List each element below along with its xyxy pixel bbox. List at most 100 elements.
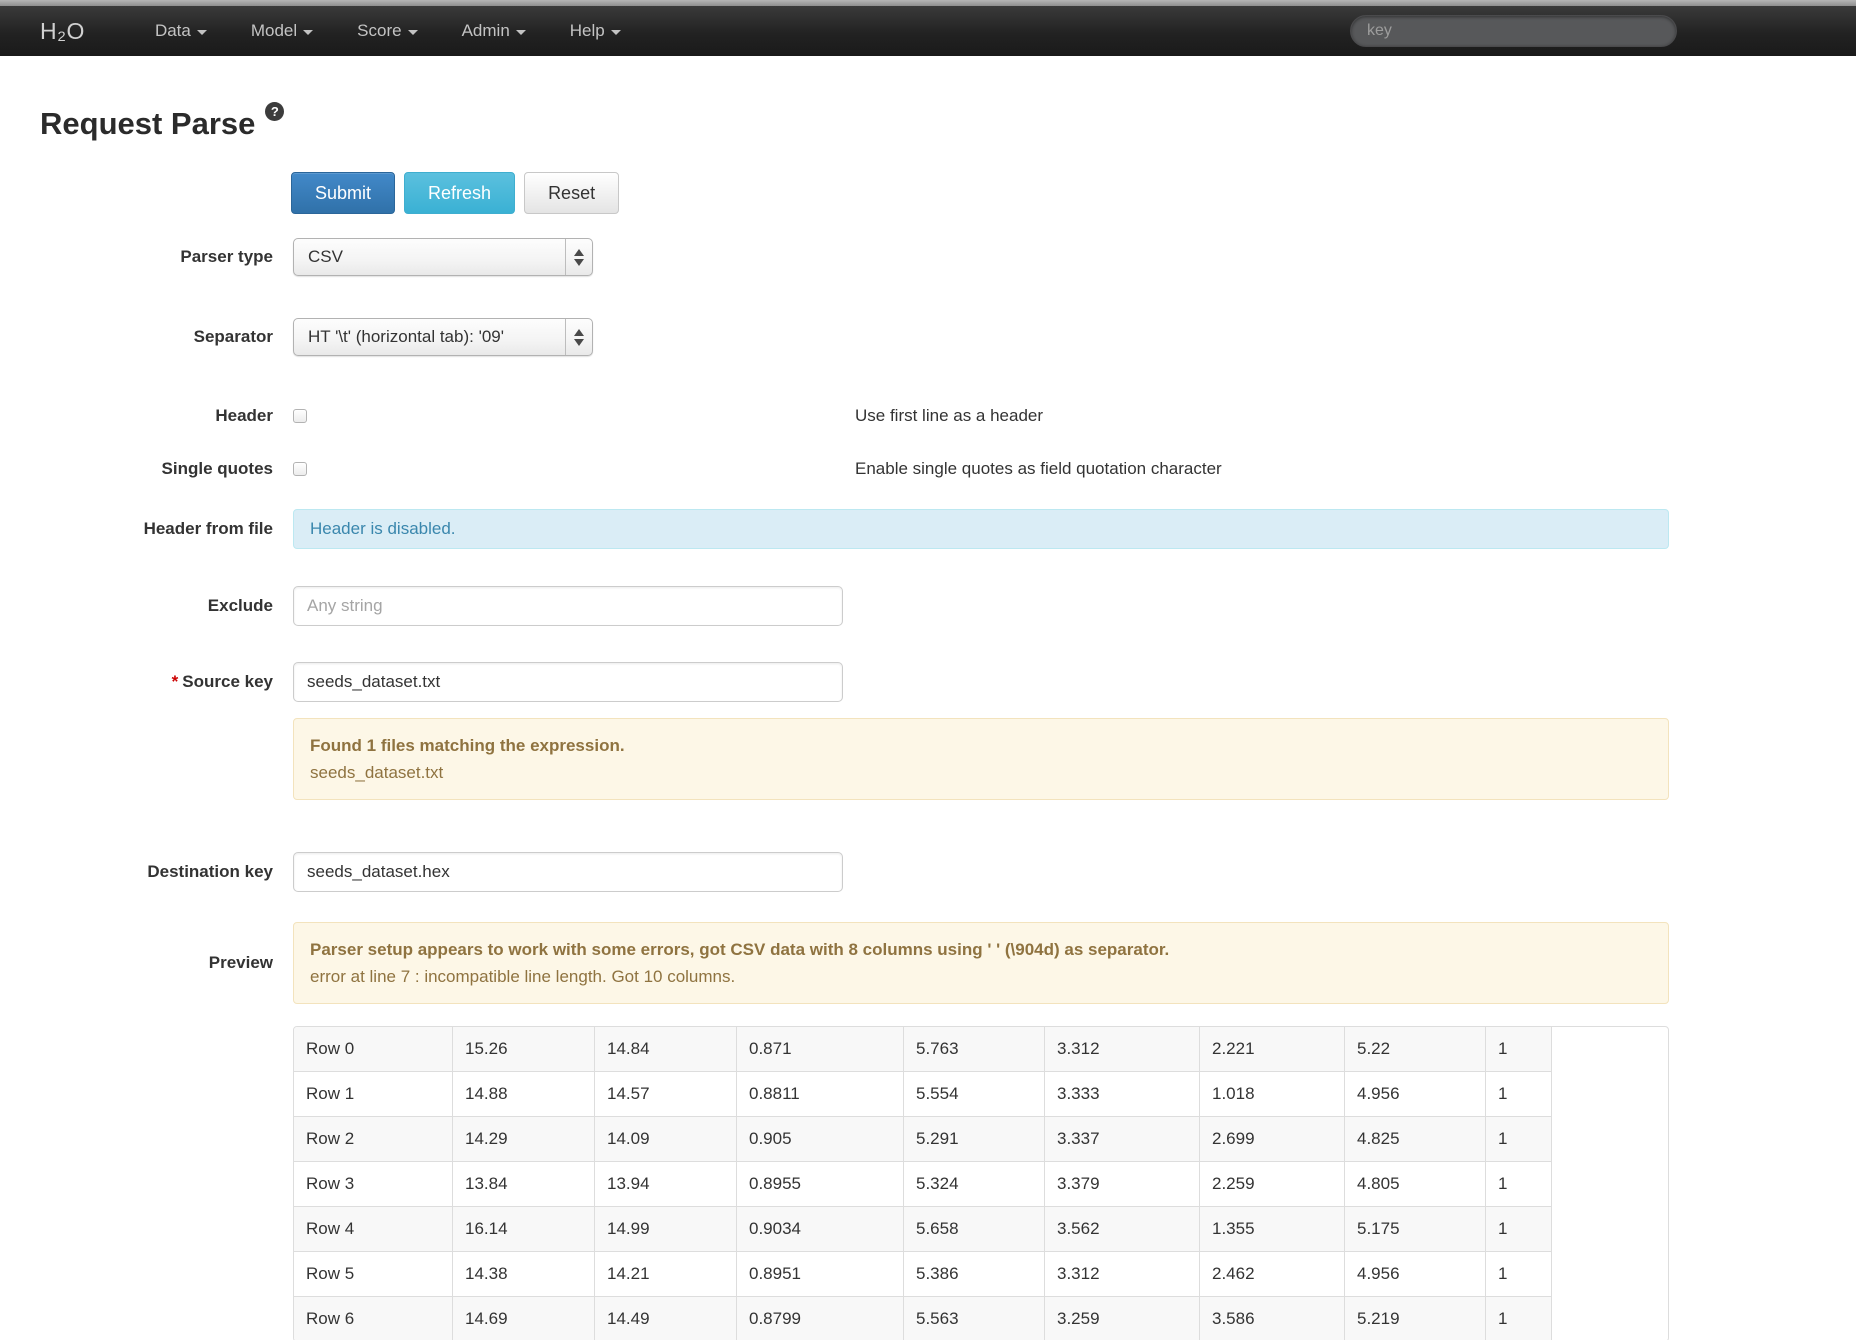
chevron-down-icon	[516, 30, 526, 35]
destination-key-row: Destination key	[0, 852, 1856, 892]
value-cell: 0.905	[736, 1116, 903, 1161]
value-cell: 16.14	[452, 1206, 594, 1251]
value-cell: 1	[1485, 1206, 1552, 1251]
value-cell: 3.333	[1044, 1071, 1199, 1116]
value-cell: 3.379	[1044, 1161, 1199, 1206]
nav-item-admin[interactable]: Admin	[440, 6, 548, 56]
page-title: Request Parse	[40, 106, 255, 142]
table-row: Row 214.2914.090.9055.2913.3372.6994.825…	[294, 1116, 1552, 1161]
value-cell: 1	[1485, 1251, 1552, 1296]
nav-item-help[interactable]: Help	[548, 6, 643, 56]
value-cell: 0.8955	[736, 1161, 903, 1206]
destination-key-input[interactable]	[293, 852, 843, 892]
header-from-file-label: Header from file	[0, 519, 273, 539]
files-found-alert: Found 1 files matching the expression. s…	[293, 718, 1669, 800]
row-label-cell: Row 2	[294, 1116, 452, 1161]
value-cell: 5.563	[903, 1296, 1044, 1340]
value-cell: 14.99	[594, 1206, 736, 1251]
toolbar: Submit Refresh Reset	[291, 172, 1856, 214]
value-cell: 1	[1485, 1071, 1552, 1116]
single-quotes-label: Single quotes	[0, 459, 273, 479]
select-stepper-icon	[565, 319, 592, 355]
row-label-cell: Row 5	[294, 1251, 452, 1296]
refresh-button[interactable]: Refresh	[404, 172, 515, 214]
header-row: Header Use first line as a header	[0, 406, 1856, 426]
row-label-cell: Row 4	[294, 1206, 452, 1251]
value-cell: 5.324	[903, 1161, 1044, 1206]
h2o-logo: H₂O	[40, 18, 85, 45]
value-cell: 5.291	[903, 1116, 1044, 1161]
value-cell: 3.586	[1199, 1296, 1344, 1340]
preview-table-container: Row 015.2614.840.8715.7633.3122.2215.221…	[293, 1026, 1669, 1340]
value-cell: 3.312	[1044, 1251, 1199, 1296]
value-cell: 13.84	[452, 1161, 594, 1206]
table-row: Row 416.1414.990.90345.6583.5621.3555.17…	[294, 1206, 1552, 1251]
parser-type-label: Parser type	[0, 247, 273, 267]
value-cell: 14.29	[452, 1116, 594, 1161]
value-cell: 5.22	[1344, 1027, 1485, 1071]
source-key-input[interactable]	[293, 662, 843, 702]
table-row: Row 015.2614.840.8715.7633.3122.2215.221	[294, 1027, 1552, 1071]
value-cell: 14.49	[594, 1296, 736, 1340]
header-label: Header	[0, 406, 273, 426]
value-cell: 5.175	[1344, 1206, 1485, 1251]
files-found-title: Found 1 files matching the expression.	[310, 732, 1652, 759]
header-help-text: Use first line as a header	[855, 406, 1043, 426]
separator-row: Separator HT '\t' (horizontal tab): '09'	[0, 318, 1856, 356]
value-cell: 5.658	[903, 1206, 1044, 1251]
value-cell: 5.219	[1344, 1296, 1485, 1340]
value-cell: 14.21	[594, 1251, 736, 1296]
value-cell: 14.57	[594, 1071, 736, 1116]
help-icon[interactable]: ?	[265, 102, 284, 121]
value-cell: 13.94	[594, 1161, 736, 1206]
search-input[interactable]	[1350, 15, 1677, 47]
row-label-cell: Row 3	[294, 1161, 452, 1206]
value-cell: 0.8799	[736, 1296, 903, 1340]
preview-table: Row 015.2614.840.8715.7633.3122.2215.221…	[294, 1027, 1552, 1340]
value-cell: 0.8951	[736, 1251, 903, 1296]
value-cell: 5.554	[903, 1071, 1044, 1116]
arrow-up-icon	[574, 329, 584, 336]
value-cell: 4.805	[1344, 1161, 1485, 1206]
chevron-down-icon	[611, 30, 621, 35]
value-cell: 3.312	[1044, 1027, 1199, 1071]
submit-button[interactable]: Submit	[291, 172, 395, 214]
chevron-down-icon	[197, 30, 207, 35]
preview-alert-body: error at line 7 : incompatible line leng…	[310, 963, 1652, 990]
value-cell: 4.825	[1344, 1116, 1485, 1161]
value-cell: 2.699	[1199, 1116, 1344, 1161]
value-cell: 14.88	[452, 1071, 594, 1116]
exclude-input[interactable]	[293, 586, 843, 626]
separator-select[interactable]: HT '\t' (horizontal tab): '09'	[293, 318, 593, 356]
preview-alert: Parser setup appears to work with some e…	[293, 922, 1669, 1004]
row-label-cell: Row 6	[294, 1296, 452, 1340]
value-cell: 1.018	[1199, 1071, 1344, 1116]
nav-item-model[interactable]: Model	[229, 6, 335, 56]
navbar: H₂O Data Model Score Admin Help	[0, 6, 1856, 56]
value-cell: 4.956	[1344, 1251, 1485, 1296]
value-cell: 3.562	[1044, 1206, 1199, 1251]
single-quotes-row: Single quotes Enable single quotes as fi…	[0, 459, 1856, 479]
single-quotes-checkbox[interactable]	[293, 462, 307, 476]
files-found-body: seeds_dataset.txt	[310, 759, 1652, 786]
value-cell: 14.38	[452, 1251, 594, 1296]
chevron-down-icon	[303, 30, 313, 35]
exclude-row: Exclude	[0, 586, 1856, 626]
table-row: Row 514.3814.210.89515.3863.3122.4624.95…	[294, 1251, 1552, 1296]
parser-type-select[interactable]: CSV	[293, 238, 593, 276]
preview-label: Preview	[0, 953, 273, 973]
preview-alert-title: Parser setup appears to work with some e…	[310, 936, 1652, 963]
nav-item-score[interactable]: Score	[335, 6, 439, 56]
nav-item-data[interactable]: Data	[133, 6, 229, 56]
value-cell: 3.337	[1044, 1116, 1199, 1161]
source-key-message-row: Found 1 files matching the expression. s…	[293, 718, 1856, 800]
exclude-label: Exclude	[0, 596, 273, 616]
nav-menu: Data Model Score Admin Help	[133, 6, 643, 56]
reset-button[interactable]: Reset	[524, 172, 619, 214]
value-cell: 1.355	[1199, 1206, 1344, 1251]
header-checkbox[interactable]	[293, 409, 307, 423]
value-cell: 1	[1485, 1296, 1552, 1340]
value-cell: 1	[1485, 1161, 1552, 1206]
required-asterisk: *	[172, 672, 179, 691]
header-from-file-row: Header from file Header is disabled.	[0, 509, 1856, 549]
